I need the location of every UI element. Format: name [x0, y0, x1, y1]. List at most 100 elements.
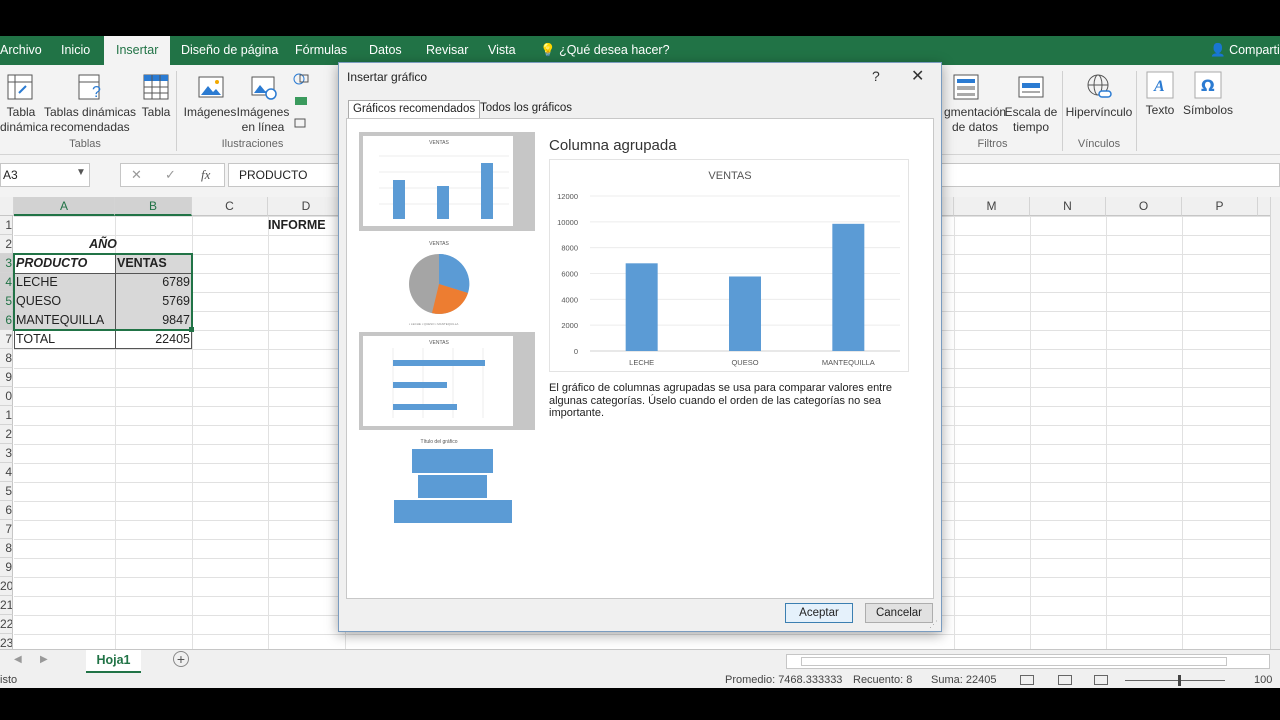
page-layout-icon[interactable]	[1058, 675, 1072, 685]
thumb-funnel[interactable]: Título del gráfico	[359, 435, 535, 525]
cell-anio[interactable]: AÑO	[14, 235, 192, 254]
close-icon[interactable]: ✕	[911, 66, 924, 86]
row-header[interactable]: 0	[0, 387, 13, 406]
column-header-c[interactable]: C	[192, 197, 268, 216]
next-sheet-icon[interactable]: ▶	[40, 654, 48, 665]
row-header[interactable]: 9	[0, 368, 13, 387]
tab-recommended-charts[interactable]: Gráficos recomendados	[348, 100, 481, 119]
tab-revisar[interactable]: Revisar	[426, 36, 468, 65]
cell-product[interactable]: QUESO	[14, 292, 115, 311]
tab-diseno[interactable]: Diseño de página	[181, 36, 278, 65]
zoom-slider-thumb[interactable]	[1178, 675, 1181, 686]
row-header[interactable]: 4	[0, 273, 13, 292]
cancel-button[interactable]: Cancelar	[865, 603, 933, 623]
recommended-pivot-button[interactable]: Tablas dinámicas recomendadas	[44, 105, 136, 135]
cell-value[interactable]: 6789	[115, 273, 192, 292]
name-box-dropdown-icon[interactable]: ▼	[76, 167, 86, 178]
row-header[interactable]: 20	[0, 577, 13, 596]
select-all-corner[interactable]	[0, 197, 14, 216]
cell-product[interactable]: LECHE	[14, 273, 115, 292]
images-button[interactable]: Imágenes	[183, 105, 237, 120]
confirm-entry-icon[interactable]: ✓	[165, 167, 176, 183]
row-header[interactable]: 7	[0, 330, 13, 349]
row-header[interactable]: 6	[0, 501, 13, 520]
sheet-tab-hoja1[interactable]: Hoja1	[86, 650, 141, 673]
page-break-icon[interactable]	[1094, 675, 1108, 685]
col-gridline	[954, 216, 955, 649]
column-header-n[interactable]: N	[1030, 197, 1106, 216]
cell-value[interactable]: 9847	[115, 311, 192, 330]
row-header[interactable]: 3	[0, 444, 13, 463]
cell-product[interactable]: MANTEQUILLA	[14, 311, 115, 330]
vertical-scrollbar[interactable]	[1270, 197, 1280, 649]
row-header[interactable]: 1	[0, 406, 13, 425]
row-header[interactable]: 1	[0, 216, 13, 235]
prev-sheet-icon[interactable]: ◀	[14, 654, 22, 665]
formula-buttons: ✕ ✓ fx	[120, 163, 225, 187]
tell-me[interactable]: 💡 ¿Qué desea hacer?	[540, 36, 670, 65]
text-button[interactable]: Texto	[1140, 103, 1180, 118]
cancel-entry-icon[interactable]: ✕	[131, 167, 142, 183]
online-images-button[interactable]: Imágenes en línea	[236, 105, 290, 135]
table-button[interactable]: Tabla	[138, 105, 174, 120]
row-header[interactable]: 5	[0, 292, 13, 311]
column-header-o[interactable]: O	[1106, 197, 1182, 216]
horizontal-scrollbar[interactable]	[786, 654, 1270, 669]
cell-total-label[interactable]: TOTAL	[14, 330, 115, 349]
row-header[interactable]: 8	[0, 539, 13, 558]
row-header[interactable]: 21	[0, 596, 13, 615]
x-tick-label: MANTEQUILLA	[822, 358, 875, 367]
fill-handle[interactable]	[189, 327, 194, 332]
ok-button[interactable]: Aceptar	[785, 603, 853, 623]
tab-inicio[interactable]: Inicio	[61, 36, 90, 65]
normal-view-icon[interactable]	[1020, 675, 1034, 685]
row-header[interactable]: 7	[0, 520, 13, 539]
row-header[interactable]: 2	[0, 235, 13, 254]
zoom-slider[interactable]	[1125, 680, 1225, 681]
y-tick-label: 8000	[561, 244, 578, 253]
row-header[interactable]: 4	[0, 463, 13, 482]
thumb-clustered-column[interactable]: VENTAS	[359, 132, 535, 231]
tab-datos[interactable]: Datos	[369, 36, 402, 65]
hyperlink-button[interactable]: Hipervínculo	[1064, 105, 1134, 120]
thumb-clustered-bar[interactable]: VENTAS	[359, 332, 535, 430]
column-header-a[interactable]: A	[14, 197, 115, 216]
symbols-button[interactable]: Símbolos	[1180, 103, 1236, 118]
share-button[interactable]: 👤 Compartir	[1210, 36, 1280, 65]
row-header[interactable]: 23	[0, 634, 13, 649]
column-header-p[interactable]: P	[1182, 197, 1258, 216]
cell-value[interactable]: 5769	[115, 292, 192, 311]
tab-all-charts[interactable]: Todos los gráficos	[476, 100, 576, 118]
timeline-button[interactable]: Escala de tiempo	[1004, 105, 1058, 135]
tab-archivo[interactable]: Archivo	[0, 36, 42, 65]
scrollbar-thumb[interactable]	[801, 657, 1227, 666]
tab-insertar[interactable]: Insertar	[104, 36, 171, 65]
resize-grip-icon[interactable]: ⋰	[929, 619, 938, 630]
thumb-bar	[393, 180, 405, 219]
slicer-button[interactable]: gmentación de datos	[944, 105, 1006, 135]
row-header[interactable]: 3	[0, 254, 13, 273]
cell-header-ventas[interactable]: VENTAS	[115, 254, 192, 273]
shapes-icons[interactable]	[292, 71, 314, 131]
row-header[interactable]: 6	[0, 311, 13, 330]
help-icon[interactable]: ?	[872, 68, 880, 84]
col-gridline	[268, 216, 269, 649]
column-header-m[interactable]: M	[954, 197, 1030, 216]
tab-vista[interactable]: Vista	[488, 36, 516, 65]
row-header[interactable]: 9	[0, 558, 13, 577]
thumb-pie[interactable]: VENTAS ▪ LECHE ▪ QUESO ▪ MANTEQUILLA	[359, 237, 535, 327]
cell-total-value[interactable]: 22405	[115, 330, 192, 349]
row-header[interactable]: 22	[0, 615, 13, 634]
cell-informe[interactable]: INFORME	[266, 216, 346, 235]
tab-formulas[interactable]: Fórmulas	[295, 36, 347, 65]
cell-header-producto[interactable]: PRODUCTO	[14, 254, 115, 273]
add-sheet-icon[interactable]: +	[173, 651, 189, 667]
pivot-table-button[interactable]: Tabla dinámica	[0, 105, 48, 135]
insert-function-icon[interactable]: fx	[201, 167, 210, 183]
row-header[interactable]: 5	[0, 482, 13, 501]
column-header-b[interactable]: B	[115, 197, 192, 216]
row-header[interactable]: 8	[0, 349, 13, 368]
x-tick-label: QUESO	[731, 358, 758, 367]
row-header[interactable]: 2	[0, 425, 13, 444]
column-header-d[interactable]: D	[268, 197, 345, 216]
